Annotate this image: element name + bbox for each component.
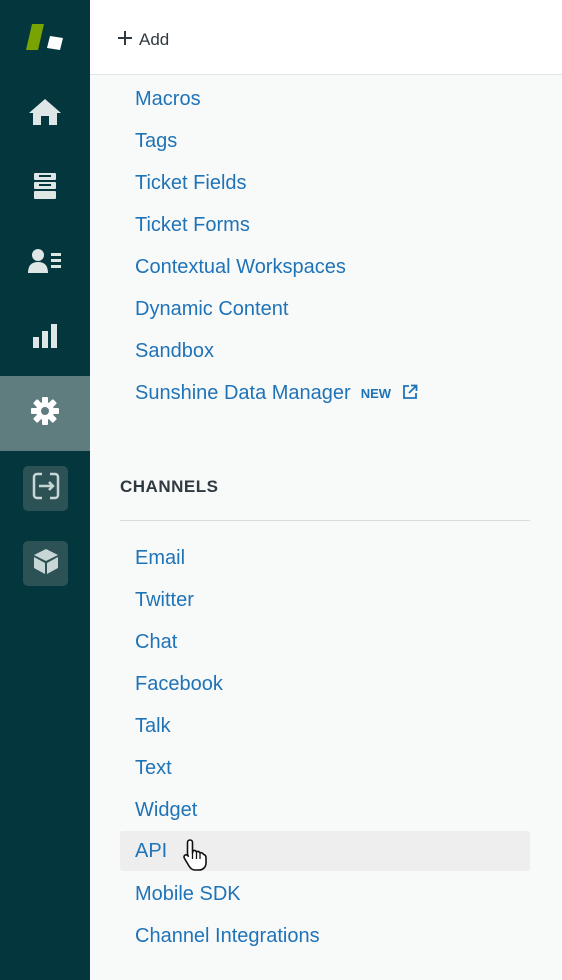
sunshine-data-manager-label: Sunshine Data Manager <box>135 382 351 404</box>
menu-item-ticket-forms[interactable]: Ticket Forms <box>135 208 250 242</box>
nav-home[interactable] <box>0 77 90 152</box>
home-icon <box>28 97 62 132</box>
menu-item-mobile-sdk[interactable]: Mobile SDK <box>135 877 241 911</box>
nav-reporting[interactable] <box>0 301 90 376</box>
connect-app-icon <box>31 471 61 506</box>
channels-section-title: CHANNELS <box>120 477 219 496</box>
nav-sunshine-app[interactable] <box>23 541 68 586</box>
menu-item-sandbox[interactable]: Sandbox <box>135 334 214 368</box>
zendesk-logo[interactable] <box>0 18 90 60</box>
nav-customers[interactable] <box>0 226 90 301</box>
nav-admin[interactable] <box>0 376 90 451</box>
menu-item-contextual-workspaces[interactable]: Contextual Workspaces <box>135 250 346 284</box>
menu-item-channel-integrations[interactable]: Channel Integrations <box>135 919 320 953</box>
section-divider <box>120 520 530 521</box>
menu-item-ticket-fields[interactable]: Ticket Fields <box>135 166 247 200</box>
menu-item-tags[interactable]: Tags <box>135 124 177 158</box>
menu-item-talk[interactable]: Talk <box>135 709 171 743</box>
add-button-label: Add <box>139 30 170 49</box>
menu-item-twitter[interactable]: Twitter <box>135 583 194 617</box>
sunshine-app-icon <box>31 546 61 581</box>
nav-rail <box>0 0 90 980</box>
menu-item-macros[interactable]: Macros <box>135 82 201 116</box>
menu-item-widget[interactable]: Widget <box>135 793 197 827</box>
menu-item-facebook[interactable]: Facebook <box>135 667 223 701</box>
menu-item-text[interactable]: Text <box>135 751 172 785</box>
top-bar: Add <box>90 0 562 75</box>
admin-gear-icon <box>30 396 60 431</box>
menu-item-sunshine-data-manager[interactable]: Sunshine Data Manager NEW <box>135 376 418 410</box>
plus-icon <box>118 30 132 50</box>
menu-item-dynamic-content[interactable]: Dynamic Content <box>135 292 288 326</box>
reporting-icon <box>31 322 59 355</box>
menu-item-chat[interactable]: Chat <box>135 625 177 659</box>
hand-cursor-icon <box>182 838 210 877</box>
views-icon <box>31 171 59 206</box>
nav-views[interactable] <box>0 151 90 226</box>
external-link-icon <box>402 377 418 411</box>
new-badge: NEW <box>360 385 392 401</box>
customers-icon <box>28 247 62 280</box>
add-button[interactable]: Add <box>118 27 169 53</box>
nav-connect-app[interactable] <box>23 466 68 511</box>
menu-item-email[interactable]: Email <box>135 541 185 575</box>
